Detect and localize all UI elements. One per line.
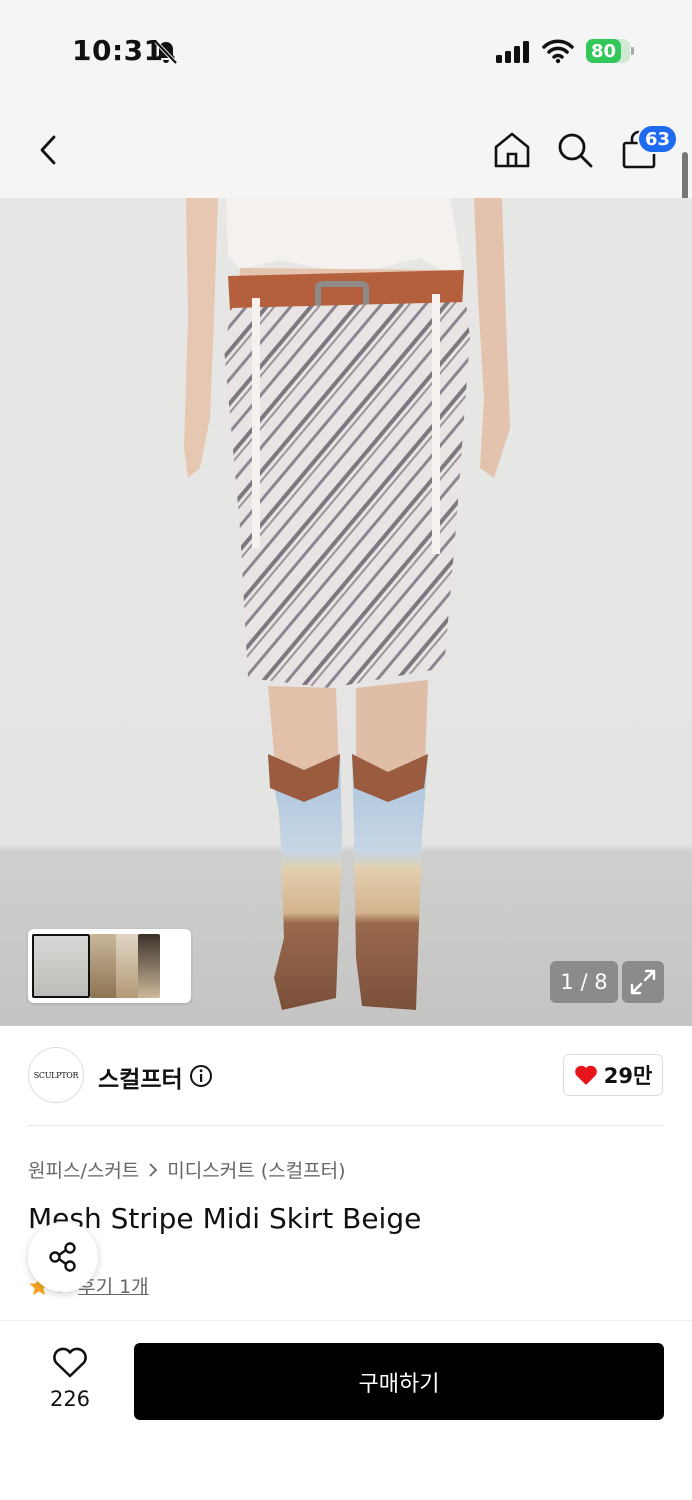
brand-name[interactable]: 스컬프터 <box>98 1060 183 1094</box>
heart-outline-icon <box>53 1347 87 1378</box>
home-icon[interactable] <box>492 130 532 170</box>
breadcrumb-item-subcategory[interactable]: 미디스커트 (스컬프터) <box>167 1156 345 1183</box>
top-nav: 63 <box>0 100 692 198</box>
signal-icon <box>496 41 529 63</box>
thumbnail-2[interactable] <box>90 934 118 998</box>
status-bar: 10:31 80 <box>0 0 692 100</box>
wishlist-button[interactable]: 226 <box>44 1347 96 1427</box>
wifi-icon <box>542 39 574 64</box>
battery-level: 80 <box>586 39 621 63</box>
bell-off-icon <box>154 40 178 65</box>
info-icon[interactable] <box>189 1064 213 1088</box>
buy-button[interactable]: 구매하기 <box>134 1343 664 1420</box>
share-button[interactable] <box>28 1222 98 1292</box>
brand-like-button[interactable]: 29만 <box>563 1054 663 1096</box>
thumbnail-4[interactable] <box>138 934 160 998</box>
divider <box>28 1125 664 1126</box>
thumbnail-1[interactable] <box>32 934 90 998</box>
product-image[interactable]: 1 / 8 <box>0 198 692 1026</box>
wishlist-count: 226 <box>49 1387 91 1411</box>
breadcrumb-item-category[interactable]: 원피스/스커트 <box>28 1156 139 1183</box>
thumbnail-3[interactable] <box>116 934 140 998</box>
status-time: 10:31 <box>72 34 164 67</box>
product-title: Mesh Stripe Midi Skirt Beige <box>28 1202 422 1235</box>
share-icon <box>49 1242 76 1272</box>
battery-icon: 80 <box>586 39 634 63</box>
brand-logo-text: SCULPTOR <box>33 1070 79 1080</box>
thumbnail-strip[interactable] <box>28 929 191 1003</box>
image-counter: 1 / 8 <box>550 961 618 1003</box>
bottom-action-bar: 226 구매하기 <box>0 1320 692 1500</box>
brand-logo[interactable]: SCULPTOR <box>28 1047 84 1103</box>
cart-badge: 63 <box>637 124 679 154</box>
heart-filled-icon <box>574 1065 597 1085</box>
chevron-right-icon <box>149 1162 158 1177</box>
product-photo <box>184 198 510 1010</box>
brand-row: SCULPTOR 스컬프터 29만 <box>0 1026 692 1126</box>
brand-like-count: 29만 <box>603 1064 653 1088</box>
back-icon[interactable] <box>34 132 64 168</box>
expand-button[interactable] <box>622 961 664 1003</box>
search-icon[interactable] <box>555 130 595 170</box>
breadcrumb: 원피스/스커트 미디스커트 (스컬프터) <box>28 1156 345 1183</box>
expand-icon <box>630 969 656 995</box>
